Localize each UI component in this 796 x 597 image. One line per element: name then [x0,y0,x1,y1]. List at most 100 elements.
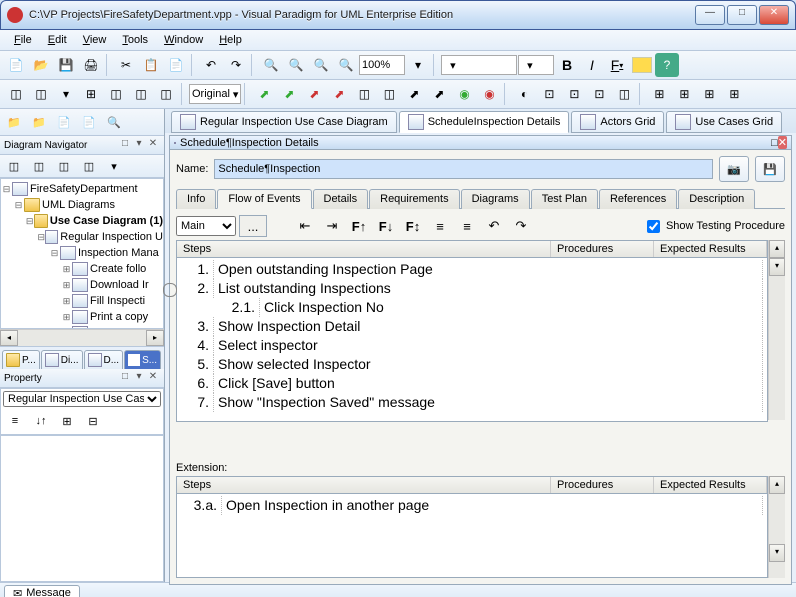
tb2-11[interactable]: ⬈ [327,82,351,106]
steps-vscroll[interactable]: ▴▾ [768,240,785,420]
show-test-check[interactable]: Show Testing Procedure [643,217,785,236]
name-btn-1[interactable]: 📷 [719,156,749,182]
step-row[interactable]: 4.Select inspector [177,336,767,355]
ptab-2[interactable]: D... [84,350,124,369]
italic-button[interactable]: I [580,53,604,77]
nav-min-icon[interactable]: ▾ [132,138,146,152]
step-row[interactable]: 6.Click [Save] button [177,374,767,393]
tb2-9[interactable]: ⬈ [277,82,301,106]
prop-btn-2[interactable]: ↓↑ [29,410,53,432]
help-icon[interactable]: ? [655,53,679,77]
more-button[interactable]: ... [239,215,267,237]
name-input[interactable] [214,159,713,179]
size-combo[interactable]: ▾ [518,55,554,75]
nav-btn-5[interactable]: 🔍 [102,111,126,133]
prop-btn-1[interactable]: ≡ [3,410,27,432]
open-icon[interactable]: 📂 [29,53,53,77]
f2-icon[interactable]: F↓ [374,215,398,237]
tab-actors[interactable]: Actors Grid [571,111,664,133]
tb2-23[interactable]: ⊞ [647,82,671,106]
minimize-button[interactable]: — [695,5,725,25]
save-icon[interactable]: 💾 [54,53,78,77]
nav-btn-3[interactable]: 📄 [52,111,76,133]
indent-right-icon[interactable]: ⇥ [320,215,344,237]
tb2-6[interactable]: ◫ [129,82,153,106]
ptab-3[interactable]: S... [124,350,161,369]
nav-btn-1[interactable]: 📁 [2,111,26,133]
highlight-button[interactable] [630,53,654,77]
nav2-3[interactable]: ◫ [52,155,76,177]
tb2-19[interactable]: ⊡ [537,82,561,106]
tb2-24[interactable]: ⊞ [672,82,696,106]
expand-icon[interactable] [163,283,177,297]
tab-schedule[interactable]: ScheduleInspection Details [399,111,570,133]
zoom-100-icon[interactable]: 🔍 [334,53,358,77]
tb2-21[interactable]: ⊡ [587,82,611,106]
ext-body[interactable]: 3.a.Open Inspection in another page [177,494,767,517]
tb2-3[interactable]: ▾ [54,82,78,106]
bold-button[interactable]: B [555,53,579,77]
print-icon[interactable]: 🖨 [79,53,103,77]
tb2-2[interactable]: ◫ [29,82,53,106]
tb2-8[interactable]: ⬈ [252,82,276,106]
indent-left-icon[interactable]: ⇤ [293,215,317,237]
undo2-icon[interactable]: ↶ [482,215,506,237]
new-icon[interactable]: 📄 [4,53,28,77]
tb2-14[interactable]: ⬈ [402,82,426,106]
nav-btn-2[interactable]: 📁 [27,111,51,133]
menu-window[interactable]: Window [158,32,209,48]
ptab-1[interactable]: Di... [41,350,83,369]
tb2-1[interactable]: ◫ [4,82,28,106]
subtab-flow[interactable]: Flow of Events [217,189,311,209]
prop-btn-3[interactable]: ⊞ [55,410,79,432]
redo-icon[interactable]: ↷ [224,53,248,77]
tb2-25[interactable]: ⊞ [697,82,721,106]
nav2-1[interactable]: ◫ [2,155,26,177]
subtab-ref[interactable]: References [599,189,677,209]
zoom-combo[interactable] [359,55,405,75]
menu-help[interactable]: Help [213,32,248,48]
tb2-13[interactable]: ◫ [377,82,401,106]
prop-btn-4[interactable]: ⊟ [81,410,105,432]
copy-icon[interactable]: 📋 [139,53,163,77]
tb2-10[interactable]: ⬈ [302,82,326,106]
tb2-4[interactable]: ⊞ [79,82,103,106]
subtab-details[interactable]: Details [313,189,369,209]
prop-close-icon[interactable]: ✕ [146,371,160,385]
tb2-16[interactable]: ◉ [452,82,476,106]
font-color-button[interactable]: F▾ [605,53,629,77]
ptab-0[interactable]: P... [2,350,40,369]
nav-btn-4[interactable]: 📄 [77,111,101,133]
ext-vscroll[interactable]: ▴▾ [768,476,785,578]
undo-icon[interactable]: ↶ [199,53,223,77]
maximize-button[interactable]: □ [727,5,757,25]
tree-item[interactable]: ⊞Print a copy [1,309,163,325]
nav-close-icon[interactable]: ✕ [146,138,160,152]
tab-usecases[interactable]: Use Cases Grid [666,111,782,133]
menu-view[interactable]: View [77,32,113,48]
main-combo[interactable]: Main [176,216,236,236]
tb2-7[interactable]: ◫ [154,82,178,106]
diagram-tree[interactable]: ⊟FireSafetyDepartment ⊟UML Diagrams ⊟Use… [0,178,164,329]
tree-hscroll[interactable]: ◂▸ [0,329,164,346]
step-row[interactable]: 3.Show Inspection Detail [177,317,767,336]
zoom-in-icon[interactable]: 🔍 [259,53,283,77]
dropdown-icon[interactable]: ▾ [406,53,430,77]
zoom-fit-icon[interactable]: 🔍 [309,53,333,77]
font-combo[interactable]: ▾ [441,55,517,75]
step-row[interactable]: 5.Show selected Inspector [177,355,767,374]
prop-pin-icon[interactable]: □ [118,371,132,385]
subtab-diag[interactable]: Diagrams [461,189,530,209]
step-row[interactable]: 2.List outstanding Inspections [177,279,767,298]
f1-icon[interactable]: F↑ [347,215,371,237]
paste-icon[interactable]: 📄 [164,53,188,77]
original-combo[interactable]: Original ▾ [189,84,241,104]
subtab-info[interactable]: Info [176,189,216,209]
step-row[interactable]: 2.1.Click Inspection No [177,298,767,317]
tb2-20[interactable]: ⊡ [562,82,586,106]
subtab-test[interactable]: Test Plan [531,189,598,209]
tb2-17[interactable]: ◉ [477,82,501,106]
nav2-4[interactable]: ◫ [77,155,101,177]
step-row[interactable]: 7.Show "Inspection Saved" message [177,393,767,412]
step-row[interactable]: 1.Open outstanding Inspection Page [177,260,767,279]
